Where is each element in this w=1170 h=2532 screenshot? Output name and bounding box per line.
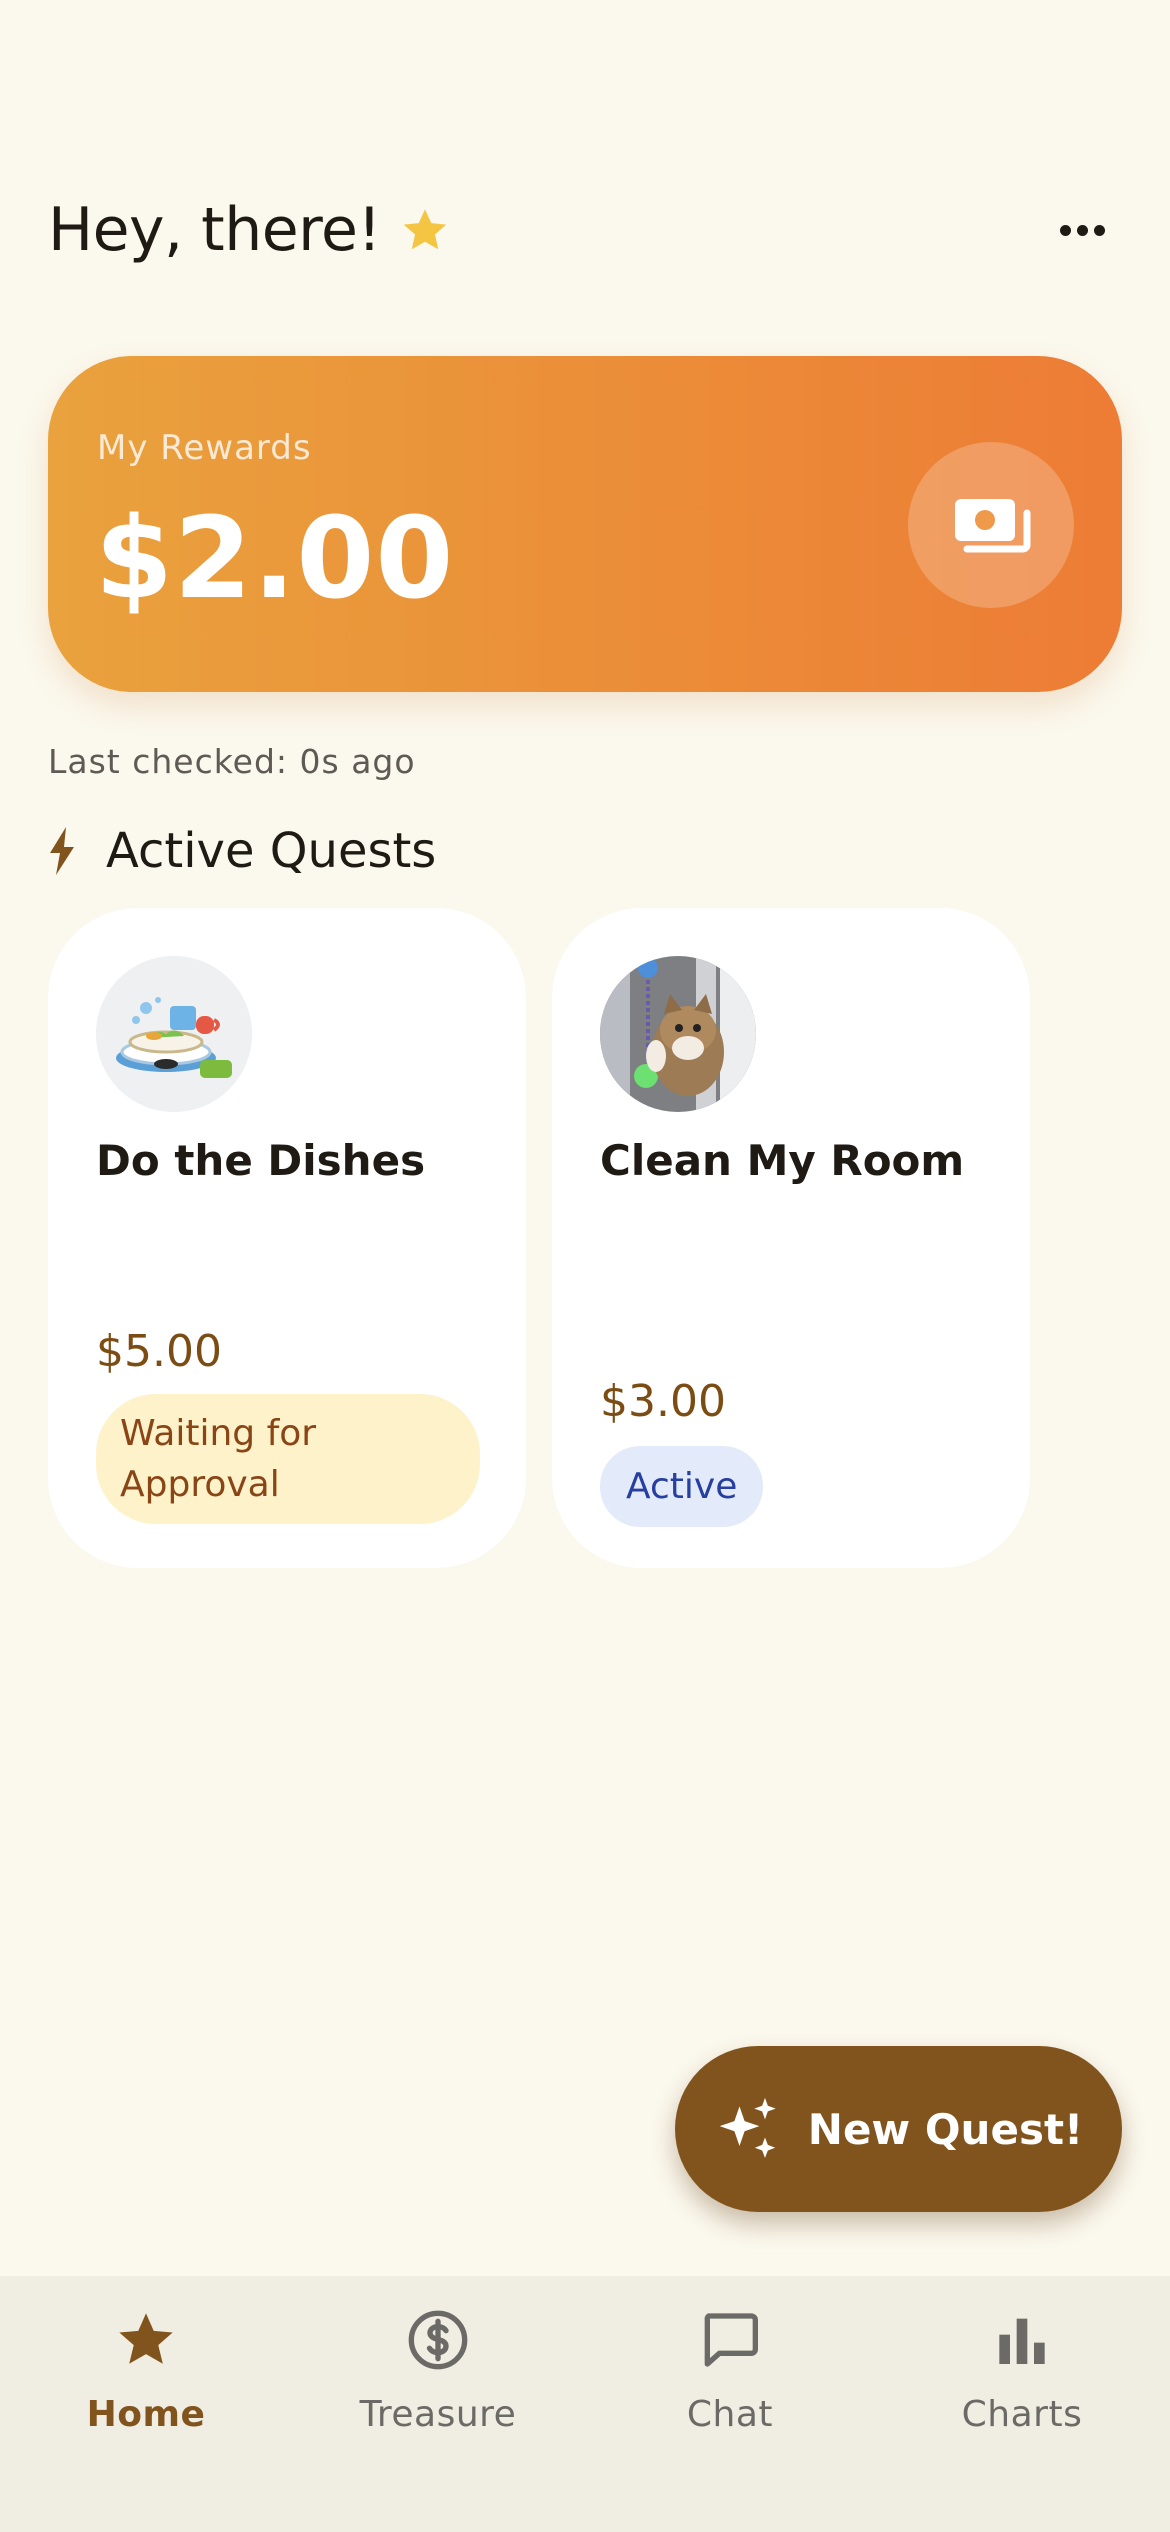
bottom-nav: Home Treasure Chat Charts [0,2276,1170,2532]
quest-title: Clean My Room [600,1136,965,1185]
header: Hey, there! [48,180,1122,280]
rewards-card[interactable]: My Rewards $2.00 [48,356,1122,692]
quest-card-dishes[interactable]: Do the Dishes $5.00 Waiting for Approval [48,908,526,1568]
lightning-icon [50,827,74,875]
more-dot [1076,224,1088,236]
star-icon [119,2313,173,2364]
last-checked-text: Last checked: 0s ago [48,742,416,781]
chat-bubble-icon [704,2313,758,2367]
nav-item-treasure[interactable]: Treasure [292,2290,584,2490]
new-quest-button[interactable]: New Quest! [675,2046,1122,2212]
greeting-text: Hey, there! [48,195,381,265]
quest-title: Do the Dishes [96,1136,426,1185]
nav-item-chat[interactable]: Chat [584,2290,876,2490]
active-quests-header: Active Quests [48,816,436,886]
nav-item-home[interactable]: Home [0,2290,292,2490]
bar-chart-icon [999,2318,1045,2364]
quest-card-room[interactable]: Clean My Room $3.00 Active [552,908,1030,1568]
cash-icon [955,499,1031,553]
more-options-button[interactable] [1042,200,1122,260]
section-title: Active Quests [106,823,437,879]
nav-item-charts[interactable]: Charts [876,2290,1168,2490]
more-dot [1093,224,1105,236]
nav-label: Chat [686,2394,774,2435]
cat-photo [600,956,756,1112]
nav-label: Treasure [359,2394,517,2435]
star-icon [403,209,447,250]
rewards-amount: $2.00 [95,494,455,624]
sparkles-icon [719,2097,776,2158]
more-dot [1059,224,1071,236]
new-quest-label: New Quest! [807,2104,1084,2154]
cash-button[interactable] [908,442,1074,608]
greeting: Hey, there! [48,195,451,265]
rewards-label: My Rewards [97,428,312,468]
status-badge: Waiting for Approval [96,1394,480,1524]
nav-label: Charts [961,2394,1083,2435]
quest-price: $3.00 [600,1376,726,1427]
nav-label: Home [86,2394,206,2435]
dollar-circle-icon [408,2310,468,2370]
status-badge: Active [600,1446,764,1527]
quest-price: $5.00 [96,1326,222,1377]
dishes-illustration [96,956,252,1112]
